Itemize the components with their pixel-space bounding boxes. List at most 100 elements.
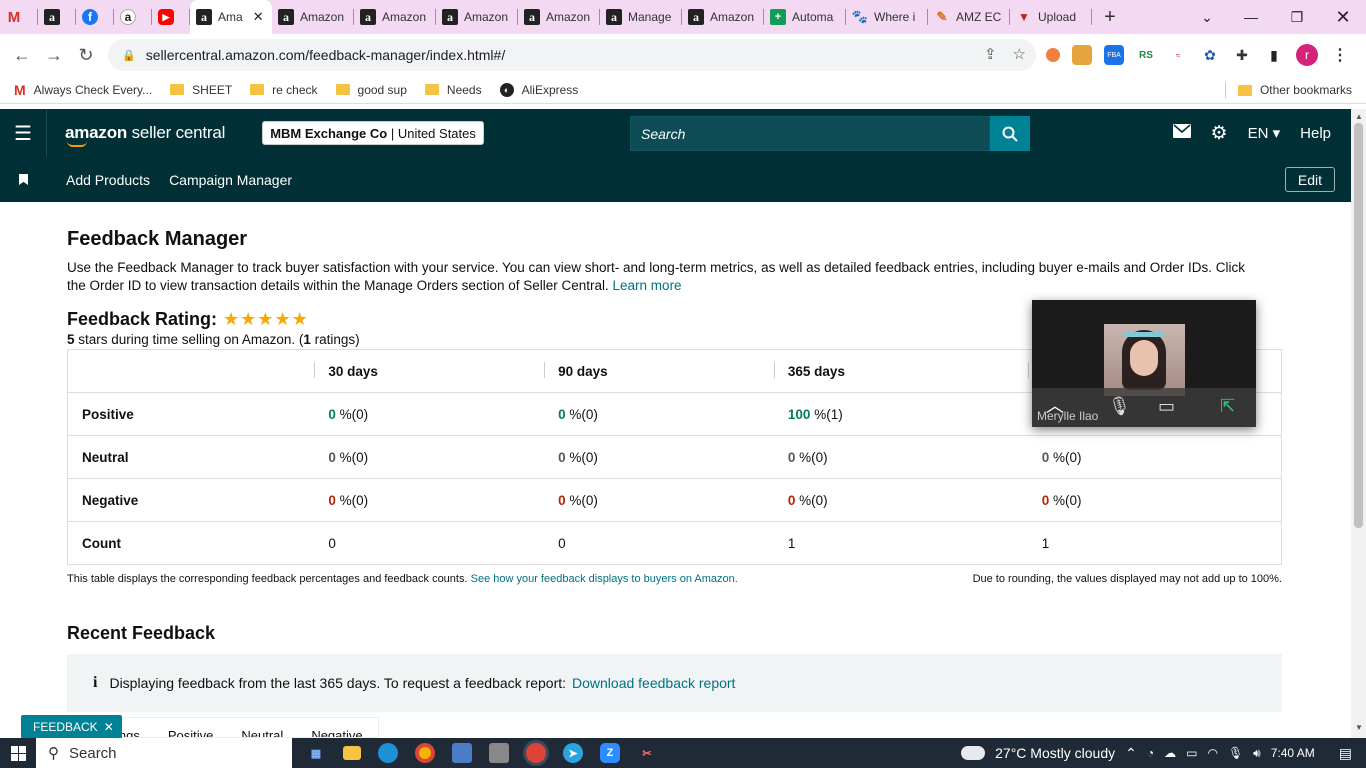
extension-icon[interactable]: RS: [1136, 45, 1156, 65]
menu-kebab-icon[interactable]: ⋮: [1330, 45, 1350, 65]
windows-start-icon[interactable]: [0, 745, 36, 761]
back-icon[interactable]: ←: [6, 39, 38, 71]
learn-more-link[interactable]: Learn more: [613, 278, 682, 293]
browser-tab[interactable]: ▶: [152, 0, 190, 34]
bookmark-item[interactable]: ◐ AliExpress: [499, 82, 578, 97]
side-panel-icon[interactable]: ▮: [1264, 45, 1284, 65]
scrollbar-thumb[interactable]: [1354, 123, 1363, 528]
tab-search-icon[interactable]: ⌄: [1184, 0, 1230, 34]
bookmark-item[interactable]: Needs: [424, 83, 482, 97]
forward-icon[interactable]: →: [38, 39, 70, 71]
maximize-icon[interactable]: ❐: [1274, 0, 1320, 34]
subnav-link-campaign-manager[interactable]: Campaign Manager: [169, 172, 292, 188]
account-switcher[interactable]: MBM Exchange Co | United States: [262, 121, 484, 145]
file-explorer-icon[interactable]: [343, 746, 361, 760]
page-scrollbar[interactable]: ▲ ▼: [1351, 109, 1366, 738]
browser-tab[interactable]: ▼ Upload: [1010, 0, 1092, 34]
bookmark-item[interactable]: good sup: [335, 83, 407, 97]
mic-icon[interactable]: 🎙︎: [1228, 746, 1243, 760]
folder-icon: [335, 84, 350, 95]
chrome-icon[interactable]: [415, 743, 435, 763]
clock[interactable]: 7:40 AM: [1271, 746, 1315, 760]
network-icon[interactable]: ◔: [1147, 746, 1154, 760]
popout-icon[interactable]: ⇱: [1220, 396, 1235, 417]
close-window-icon[interactable]: ✕: [1320, 0, 1366, 34]
notifications-icon[interactable]: ▤: [1339, 745, 1352, 762]
bookmark-icon[interactable]: [0, 174, 47, 185]
feedback-filter-tab[interactable]: Neutral: [241, 728, 283, 737]
help-link[interactable]: Help: [1300, 125, 1331, 142]
feedback-filter-tab[interactable]: Negative: [311, 728, 362, 737]
browser-tab[interactable]: a Amazon: [436, 0, 518, 34]
close-icon[interactable]: ✕: [104, 720, 114, 734]
bookmark-item[interactable]: re check: [250, 83, 318, 97]
download-report-link[interactable]: Download feedback report: [572, 675, 735, 691]
puzzle-icon[interactable]: ✚: [1232, 45, 1252, 65]
seller-central-logo[interactable]: amazon seller central: [65, 123, 225, 147]
browser-tab[interactable]: 🐾 Where i: [846, 0, 928, 34]
chrome-active-icon[interactable]: [526, 743, 546, 763]
browser-tab[interactable]: a Amazon: [518, 0, 600, 34]
hamburger-menu-icon[interactable]: ☰: [0, 109, 47, 157]
browser-tab[interactable]: a Ama ✕: [190, 0, 272, 34]
reload-icon[interactable]: ↻: [70, 39, 102, 71]
calculator-icon[interactable]: [489, 743, 509, 763]
address-bar[interactable]: 🔒 sellercentral.amazon.com/feedback-mana…: [108, 39, 1036, 71]
amazon-icon: a: [360, 9, 376, 25]
extension-icon[interactable]: [1072, 45, 1092, 65]
browser-tab[interactable]: a: [114, 0, 152, 34]
new-tab-icon[interactable]: +: [1092, 6, 1128, 29]
mail-icon[interactable]: [1172, 124, 1191, 142]
notepad-icon[interactable]: [452, 743, 472, 763]
gear-icon[interactable]: ⚙: [1211, 122, 1228, 145]
browser-tab[interactable]: a Amazon: [272, 0, 354, 34]
browser-tab[interactable]: a Amazon: [682, 0, 764, 34]
extension-icon[interactable]: [1046, 48, 1060, 62]
other-bookmarks[interactable]: Other bookmarks: [1237, 76, 1352, 104]
intro-text: Use the Feedback Manager to track buyer …: [67, 260, 1246, 293]
weather-text[interactable]: 27°C Mostly cloudy: [995, 745, 1115, 761]
chevron-up-icon[interactable]: ⌃: [1125, 745, 1137, 762]
browser-tab[interactable]: + Automa: [764, 0, 846, 34]
browser-tab[interactable]: a Amazon: [354, 0, 436, 34]
snipping-tool-icon[interactable]: ✂: [637, 743, 657, 763]
subnav-link-add-products[interactable]: Add Products: [66, 172, 150, 188]
browser-tab[interactable]: ✎ AMZ EC: [928, 0, 1010, 34]
edge-icon[interactable]: [378, 743, 398, 763]
minimize-icon[interactable]: —: [1228, 0, 1274, 34]
tab-close-icon[interactable]: ✕: [253, 9, 264, 25]
bookmark-item[interactable]: M Always Check Every...: [14, 82, 152, 98]
scroll-down-icon[interactable]: ▼: [1355, 723, 1363, 732]
browser-tab[interactable]: M: [0, 0, 38, 34]
telegram-icon[interactable]: ➤: [563, 743, 583, 763]
feedback-button[interactable]: FEEDBACK ✕: [21, 715, 122, 739]
zoom-icon[interactable]: Z: [600, 743, 620, 763]
star-icon[interactable]: ☆: [1013, 45, 1026, 63]
volume-icon[interactable]: 🔊︎: [1253, 746, 1261, 761]
scroll-up-icon[interactable]: ▲: [1355, 112, 1363, 121]
feedback-filter-tab[interactable]: Positive: [168, 728, 214, 737]
feedback-display-link[interactable]: See how your feedback displays to buyers…: [471, 573, 738, 585]
taskbar-search[interactable]: ⚲ Search: [36, 738, 292, 768]
share-icon[interactable]: ⇪: [984, 45, 997, 63]
camera-off-icon[interactable]: ▭: [1158, 396, 1175, 417]
cloud-icon[interactable]: ☁: [1164, 746, 1176, 760]
mic-off-icon[interactable]: 🎙︎: [1108, 396, 1131, 417]
battery-icon[interactable]: ▭: [1186, 746, 1197, 760]
profile-avatar[interactable]: r: [1296, 44, 1318, 66]
search-input[interactable]: [630, 116, 990, 151]
browser-tab[interactable]: a Manage: [600, 0, 682, 34]
extension-icon[interactable]: ≈: [1168, 45, 1188, 65]
browser-tab[interactable]: a: [38, 0, 76, 34]
extension-icon[interactable]: ✿: [1200, 45, 1220, 65]
bookmarks-bar: M Always Check Every... SHEET re check good …: [0, 76, 1366, 104]
edit-button[interactable]: Edit: [1284, 167, 1335, 192]
bookmark-item[interactable]: SHEET: [170, 83, 232, 97]
extension-icon[interactable]: FBA: [1104, 45, 1124, 65]
search-icon[interactable]: [990, 116, 1030, 151]
wifi-icon[interactable]: ◠: [1207, 746, 1217, 760]
task-view-icon[interactable]: ▦: [306, 743, 326, 763]
browser-tab[interactable]: f: [76, 0, 114, 34]
language-selector[interactable]: EN ▾: [1248, 124, 1281, 142]
url-text[interactable]: sellercentral.amazon.com/feedback-manage…: [146, 47, 506, 63]
